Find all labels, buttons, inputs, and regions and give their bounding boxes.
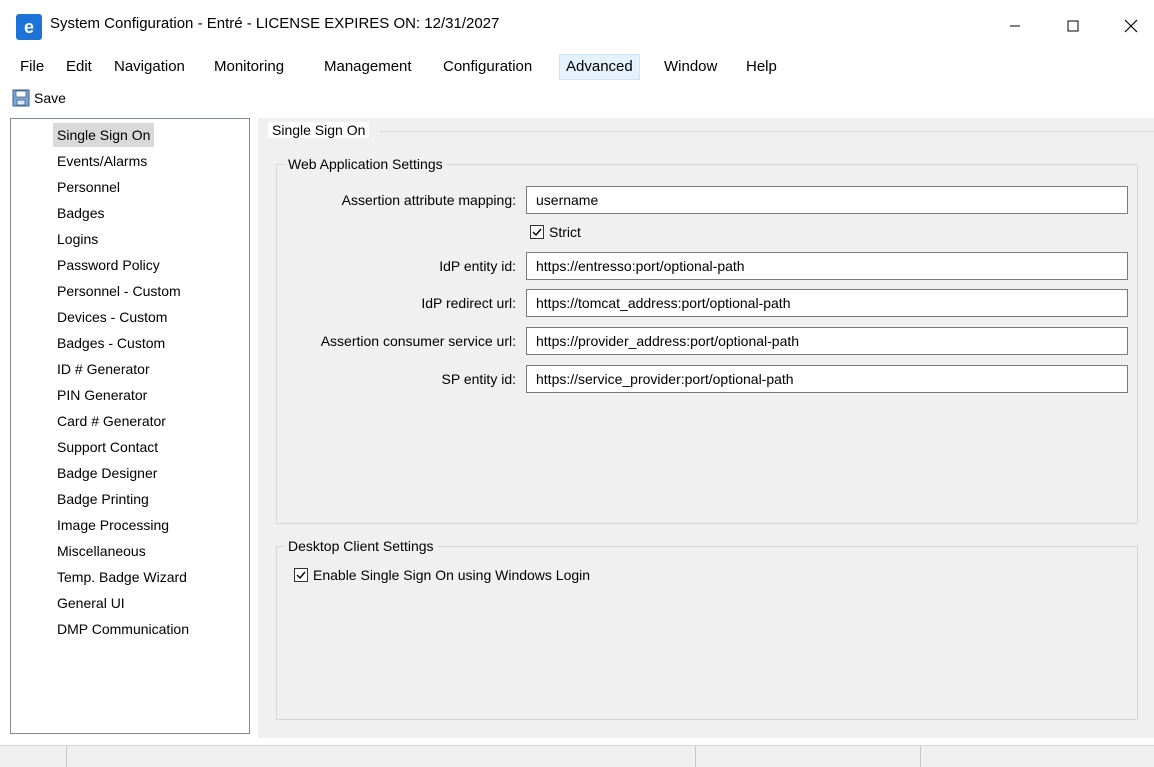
idp-redirect-label: IdP redirect url: <box>421 295 516 311</box>
menu-monitoring[interactable]: Monitoring <box>208 55 290 79</box>
menu-help[interactable]: Help <box>740 55 783 79</box>
strict-checkbox[interactable] <box>530 225 544 239</box>
status-bar <box>0 745 1154 767</box>
floppy-disk-icon <box>12 89 30 107</box>
title-bar: e System Configuration - Entré - LICENSE… <box>0 0 1154 50</box>
enable-sso-windows-label: Enable Single Sign On using Windows Logi… <box>313 567 591 583</box>
settings-category-list[interactable]: Single Sign On Events/Alarms Personnel B… <box>10 118 250 734</box>
menu-advanced[interactable]: Advanced <box>559 54 640 80</box>
menu-configuration[interactable]: Configuration <box>437 55 538 79</box>
menu-edit[interactable]: Edit <box>60 55 98 79</box>
nav-item-card-generator[interactable]: Card # Generator <box>53 409 170 433</box>
menu-window[interactable]: Window <box>658 55 723 79</box>
nav-item-general-ui[interactable]: General UI <box>53 591 129 615</box>
assertion-mapping-input[interactable]: username <box>526 186 1128 214</box>
close-button[interactable] <box>1108 8 1154 44</box>
nav-item-badge-designer[interactable]: Badge Designer <box>53 461 161 485</box>
nav-item-badges-custom[interactable]: Badges - Custom <box>53 331 169 355</box>
close-icon <box>1124 19 1138 33</box>
nav-item-personnel[interactable]: Personnel <box>53 175 124 199</box>
idp-redirect-input[interactable]: https://tomcat_address:port/optional-pat… <box>526 289 1128 317</box>
idp-entity-input[interactable]: https://entresso:port/optional-path <box>526 252 1128 280</box>
nav-item-miscellaneous[interactable]: Miscellaneous <box>53 539 150 563</box>
nav-item-dmp-communication[interactable]: DMP Communication <box>53 617 193 641</box>
strict-label: Strict <box>549 224 581 240</box>
save-button[interactable]: Save <box>12 86 66 110</box>
status-separator <box>920 746 921 767</box>
acs-url-label: Assertion consumer service url: <box>320 333 516 349</box>
maximize-icon <box>1067 20 1079 32</box>
app-e-icon: e <box>16 14 42 40</box>
status-separator <box>66 746 67 767</box>
nav-item-badge-printing[interactable]: Badge Printing <box>53 487 153 511</box>
nav-item-support-contact[interactable]: Support Contact <box>53 435 162 459</box>
checkmark-icon <box>532 228 542 237</box>
nav-item-password-policy[interactable]: Password Policy <box>53 253 164 277</box>
nav-item-single-sign-on[interactable]: Single Sign On <box>53 123 155 147</box>
maximize-button[interactable] <box>1050 8 1096 44</box>
menu-management[interactable]: Management <box>318 55 418 79</box>
nav-item-id-generator[interactable]: ID # Generator <box>53 357 154 381</box>
nav-item-badges[interactable]: Badges <box>53 201 108 225</box>
toolbar: Save <box>0 84 1154 112</box>
nav-item-devices-custom[interactable]: Devices - Custom <box>53 305 171 329</box>
panel-title: Single Sign On <box>268 122 370 138</box>
nav-item-image-processing[interactable]: Image Processing <box>53 513 173 537</box>
minimize-button[interactable] <box>992 8 1038 44</box>
menu-navigation[interactable]: Navigation <box>108 55 191 79</box>
menu-file[interactable]: File <box>14 55 50 79</box>
idp-entity-label: IdP entity id: <box>439 258 516 274</box>
nav-item-temp-badge-wizard[interactable]: Temp. Badge Wizard <box>53 565 191 589</box>
panel-title-divider <box>380 131 1154 132</box>
desktop-client-settings-title: Desktop Client Settings <box>284 538 438 554</box>
nav-item-pin-generator[interactable]: PIN Generator <box>53 383 151 407</box>
enable-sso-windows-checkbox[interactable] <box>294 568 308 582</box>
menu-bar: File Edit Navigation Monitoring Manageme… <box>0 52 1154 82</box>
nav-item-events-alarms[interactable]: Events/Alarms <box>53 149 151 173</box>
sp-entity-label: SP entity id: <box>441 371 516 387</box>
window-title: System Configuration - Entré - LICENSE E… <box>50 15 500 32</box>
sp-entity-input[interactable]: https://service_provider:port/optional-p… <box>526 365 1128 393</box>
acs-url-input[interactable]: https://provider_address:port/optional-p… <box>526 327 1128 355</box>
save-label: Save <box>34 90 66 106</box>
web-app-settings-title: Web Application Settings <box>284 156 447 172</box>
status-separator <box>695 746 696 767</box>
assertion-mapping-label: Assertion attribute mapping: <box>341 192 516 208</box>
nav-item-personnel-custom[interactable]: Personnel - Custom <box>53 279 185 303</box>
checkmark-icon <box>296 571 306 580</box>
minimize-icon <box>1010 25 1020 27</box>
nav-item-logins[interactable]: Logins <box>53 227 102 251</box>
